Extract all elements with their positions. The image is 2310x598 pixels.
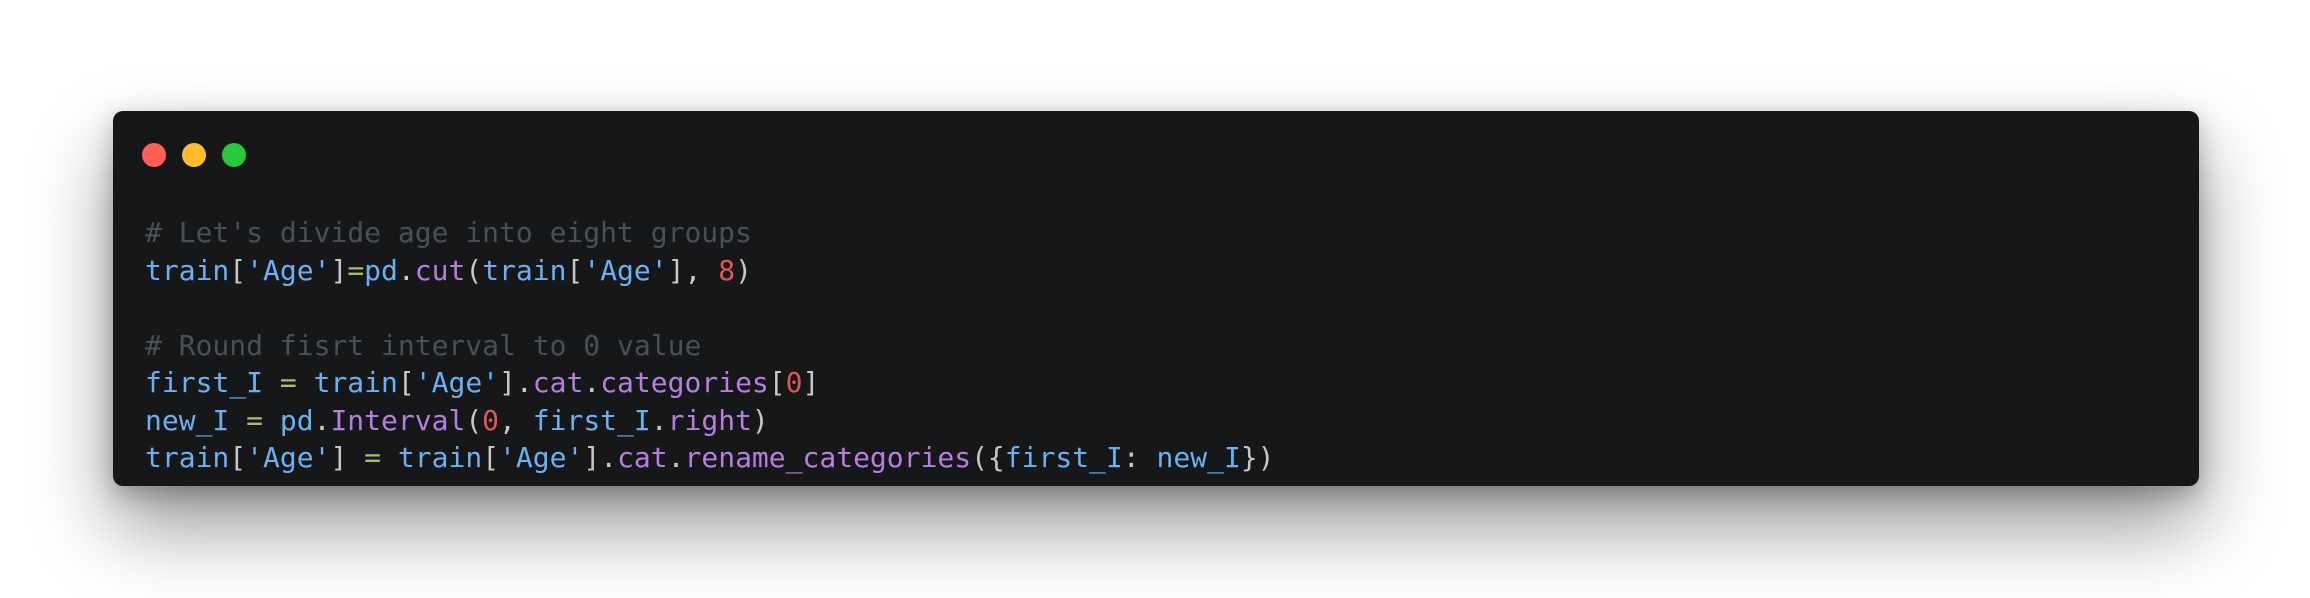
code-window: # Let's divide age into eight groups trai… — [113, 111, 2199, 486]
code-token-str: 'Age' — [499, 441, 584, 474]
code-token-op — [263, 366, 280, 399]
code-line: train['Age'] = train['Age'].cat.rename_c… — [145, 439, 1275, 477]
code-token-op: . — [583, 366, 601, 399]
code-token-op: ], — [667, 253, 719, 287]
code-token-var: new_I — [1156, 441, 1241, 474]
code-token-op: ) — [751, 403, 769, 437]
code-token-var: first_I — [532, 403, 651, 437]
code-token-eq: = — [246, 403, 264, 437]
code-token-op: ]. — [499, 366, 533, 399]
code-token-comment: # Let's divide age into eight groups — [145, 216, 752, 249]
code-token-var: train — [145, 253, 230, 287]
code-token-op: . — [397, 253, 415, 287]
code-token-num: 0 — [482, 403, 500, 437]
code-token-str: 'Age' — [414, 366, 500, 399]
code-token-op: [ — [566, 253, 584, 287]
code-token-op: . — [667, 441, 685, 474]
code-block: # Let's divide age into eight groups trai… — [145, 214, 1275, 477]
code-token-op: , — [499, 403, 533, 437]
code-token-eq: = — [347, 253, 365, 287]
code-token-var: first_I — [1004, 441, 1123, 474]
code-token-op: ( — [465, 403, 483, 437]
close-button[interactable] — [142, 143, 166, 167]
code-token-op: [ — [397, 366, 415, 399]
code-token-op: ({ — [971, 441, 1005, 474]
code-line: new_I = pd.Interval(0, first_I.right) — [145, 402, 1275, 440]
minimize-button[interactable] — [182, 143, 206, 167]
code-token-var: pd — [364, 253, 398, 287]
code-token-var: train — [397, 441, 483, 474]
code-line: train['Age']=pd.cut(train['Age'], 8) — [145, 252, 1275, 290]
code-token-op: : — [1122, 441, 1157, 474]
code-token-call: cut — [414, 253, 466, 287]
code-token-op: ] — [802, 366, 820, 399]
code-token-op: [ — [768, 366, 786, 399]
code-token-var: new_I — [145, 403, 230, 437]
code-token-str: 'Age' — [246, 441, 331, 474]
code-token-var: train — [145, 441, 230, 474]
code-token-var: pd — [279, 403, 314, 437]
code-token-var: first_I — [145, 366, 264, 399]
code-token-call: cat — [617, 441, 668, 474]
code-token-str: 'Age' — [246, 253, 331, 287]
code-token-op: . — [313, 403, 331, 437]
code-token-op — [297, 366, 314, 399]
code-token-num: 8 — [718, 253, 736, 287]
code-token-call: Interval — [330, 403, 466, 437]
code-token-op: . — [650, 403, 668, 437]
code-token-call: right — [667, 403, 752, 437]
code-token-str: 'Age' — [583, 253, 668, 287]
code-line: first_I = train['Age'].cat.categories[0] — [145, 364, 1275, 402]
code-token-op: [ — [229, 253, 247, 287]
code-token-call: categories — [600, 366, 769, 399]
code-token-op: }) — [1240, 441, 1275, 474]
code-token-call: rename_categories — [684, 441, 972, 474]
code-token-op: ] — [330, 253, 348, 287]
window-controls — [142, 143, 246, 167]
code-token-op: ) — [735, 253, 752, 287]
code-token-op: ] — [330, 441, 365, 474]
code-token-eq: = — [364, 441, 382, 474]
code-token-var: train — [313, 366, 398, 399]
code-token-op — [263, 404, 280, 437]
maximize-button[interactable] — [222, 143, 246, 167]
code-token-op: [ — [482, 441, 500, 474]
code-token-eq: = — [279, 366, 297, 399]
code-token-num: 0 — [785, 366, 803, 399]
code-token-op — [381, 441, 398, 474]
code-token-op: [ — [229, 441, 247, 474]
code-token-var: train — [482, 253, 567, 287]
code-line: # Let's divide age into eight groups — [145, 214, 1275, 252]
code-token-call: cat — [532, 366, 584, 399]
code-line: # Round fisrt interval to 0 value — [145, 327, 1275, 365]
code-token-op — [229, 404, 246, 437]
code-token-comment: # Round fisrt interval to 0 value — [145, 328, 702, 362]
code-token-op: ]. — [583, 441, 618, 474]
code-token-op: ( — [465, 253, 483, 287]
